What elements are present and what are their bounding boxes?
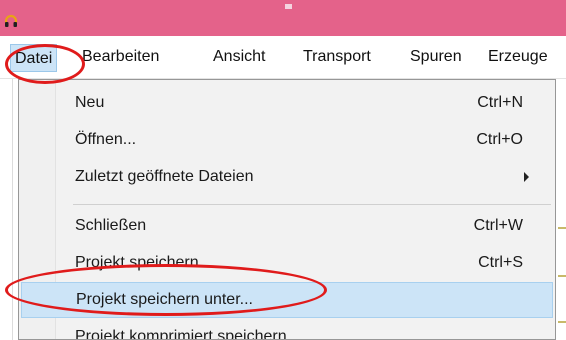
title-bar <box>0 0 566 36</box>
menu-item-label: Projekt komprimiert speichern <box>75 328 287 340</box>
submenu-arrow-icon <box>524 172 529 182</box>
menu-item-shortcut: Ctrl+W <box>473 217 523 234</box>
menu-item-shortcut: Ctrl+N <box>477 94 523 111</box>
headphones-icon <box>4 14 18 27</box>
window-left-edge <box>0 79 13 340</box>
menu-item-label: Projekt speichern <box>75 254 199 271</box>
menu-item-new[interactable]: Neu Ctrl+N <box>21 86 553 122</box>
menu-item-shortcut: Ctrl+O <box>476 131 523 148</box>
menu-item-label: Schließen <box>75 217 147 234</box>
menu-item-save-project[interactable]: Projekt speichern Ctrl+S <box>21 246 553 282</box>
track-area-edge <box>556 79 566 340</box>
menu-datei[interactable]: Datei <box>10 44 58 72</box>
menu-separator <box>73 204 551 205</box>
menu-spuren[interactable]: Spuren <box>410 48 462 66</box>
menu-item-open[interactable]: Öffnen... Ctrl+O <box>21 123 553 159</box>
menu-bar: Datei Bearbeiten Ansicht Transport Spure… <box>0 36 566 79</box>
menu-transport[interactable]: Transport <box>303 48 371 66</box>
menu-item-label: Öffnen... <box>75 131 137 148</box>
menu-item-label: Zuletzt geöffnete Dateien <box>75 168 254 185</box>
file-menu-dropdown: Neu Ctrl+N Öffnen... Ctrl+O Zuletzt geöf… <box>18 79 556 340</box>
menu-item-save-project-as[interactable]: Projekt speichern unter... <box>21 282 553 318</box>
title-bar-marker <box>285 4 292 9</box>
menu-item-label: Projekt speichern unter... <box>76 291 253 308</box>
menu-item-shortcut: Ctrl+S <box>478 254 523 271</box>
menu-item-close[interactable]: Schließen Ctrl+W <box>21 209 553 245</box>
menu-bearbeiten[interactable]: Bearbeiten <box>82 48 159 66</box>
menu-item-recent-files[interactable]: Zuletzt geöffnete Dateien <box>21 160 553 196</box>
menu-item-save-compressed[interactable]: Projekt komprimiert speichern <box>21 320 553 340</box>
menu-ansicht[interactable]: Ansicht <box>213 48 265 66</box>
menu-erzeugen[interactable]: Erzeuge <box>488 48 548 66</box>
menu-item-label: Neu <box>75 94 105 111</box>
